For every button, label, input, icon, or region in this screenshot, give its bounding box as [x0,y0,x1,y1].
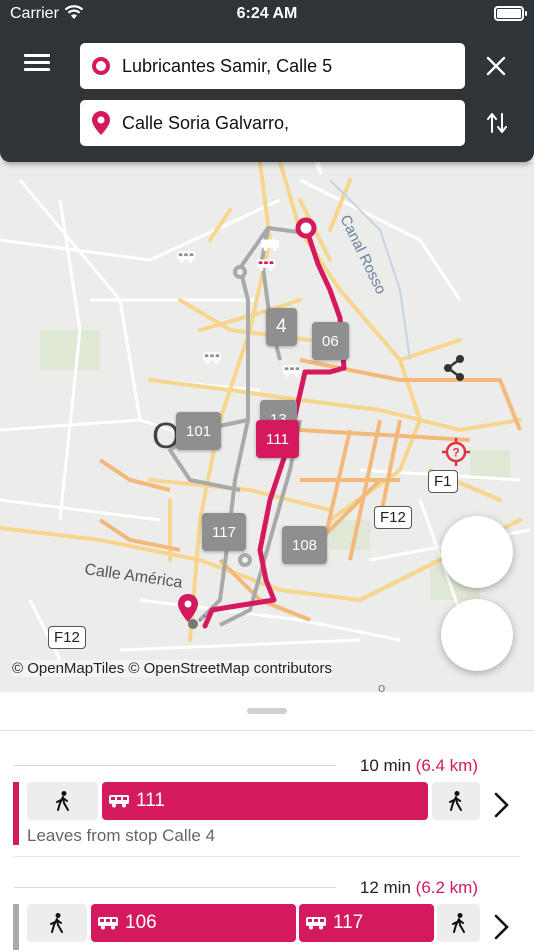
itinerary-duration: 12 min (6.2 km) [359,878,478,897]
battery-icon [494,6,527,21]
route-number: 117 [333,912,364,933]
bus-icon [98,917,118,930]
walk-icon [55,791,69,811]
leg-bus-106: 106 [91,904,296,942]
map-label-street: Calle América [83,561,183,592]
map-attribution[interactable]: © OpenMapTiles © OpenStreetMap contribut… [12,660,333,677]
map-label-canal: Canal Rosso [336,212,389,297]
leg-bus-117: 117 [299,904,434,942]
bus-label-111[interactable]: 111 [256,259,299,458]
locate-icon: ? [442,438,470,466]
map-label-small: o [378,680,385,692]
leg-bus-111: 111 [102,782,428,820]
bus-icon [306,917,326,930]
locate-button[interactable]: ? [441,438,513,671]
road-label-f12: F12 [374,506,412,529]
chevron-right-icon[interactable] [490,790,512,820]
route-number: 106 [125,912,157,933]
road-label-f12-west: F12 [48,626,86,649]
leg-walk [27,904,87,942]
itinerary-distance: (6.2 km) [415,878,478,897]
walk-icon [50,913,63,933]
bus-icon [202,352,222,364]
map[interactable]: Canal Rosso Calle América O o 06 4 13 10… [0,162,534,692]
status-bar: Carrier 6:24 AM [0,0,534,30]
itinerary-duration: 10 min (6.4 km) [359,756,478,775]
road-label-f1: F1 [428,470,458,493]
itinerary-distance: (6.4 km) [415,756,478,775]
destination-marker [178,594,198,629]
origin-field[interactable]: Lubricantes Samir, Calle 5 [80,43,465,89]
bus-label-101[interactable]: 101 [176,251,222,450]
clock: 6:24 AM [236,5,298,22]
origin-text: Lubricantes Samir, Calle 5 [122,56,333,76]
close-icon[interactable] [484,54,508,78]
bus-label-06[interactable]: 06 [312,162,349,360]
bus-label-117[interactable]: 117 [202,352,246,551]
chevron-right-icon[interactable] [490,912,512,942]
share-button[interactable] [441,355,513,588]
route-number: 111 [136,790,165,811]
menu-icon [24,54,50,57]
bus-icon [260,239,280,251]
walk-icon [449,791,462,811]
origin-marker [295,217,317,239]
bus-icon [282,365,302,377]
svg-text:?: ? [452,446,459,460]
bus-label-4[interactable]: 4 [266,308,297,346]
destination-text: Calle Soria Galvarro, [122,113,290,133]
bus-icon [176,251,196,263]
menu-button[interactable] [20,50,54,80]
destination-pin-icon [92,111,110,135]
leg-walk [27,782,98,820]
sheet-handle[interactable] [247,708,287,714]
leg-walk [432,782,480,820]
bus-icon [109,795,129,808]
leg-walk [437,904,480,942]
leaves-from-text: Leaves from stop Calle 4 [27,826,216,845]
itinerary-card[interactable]: 10 min (6.4 km) 111 Leaves from stop Cal… [0,744,534,864]
destination-field[interactable]: Calle Soria Galvarro, [80,100,465,146]
origin-ring-icon [92,57,110,75]
itinerary-card[interactable]: 12 min (6.2 km) 106 117 [0,866,534,950]
header: Carrier 6:24 AM Lubricantes Samir, Calle… [0,0,534,162]
bus-label-108[interactable]: 108 [282,365,328,564]
itinerary-sheet[interactable]: 10 min (6.4 km) 111 Leaves from stop Cal… [0,692,534,950]
bus-icon [314,162,322,174]
walk-icon [451,913,465,933]
swap-icon[interactable] [486,111,508,135]
bus-icon [256,259,276,271]
share-icon [444,355,464,381]
